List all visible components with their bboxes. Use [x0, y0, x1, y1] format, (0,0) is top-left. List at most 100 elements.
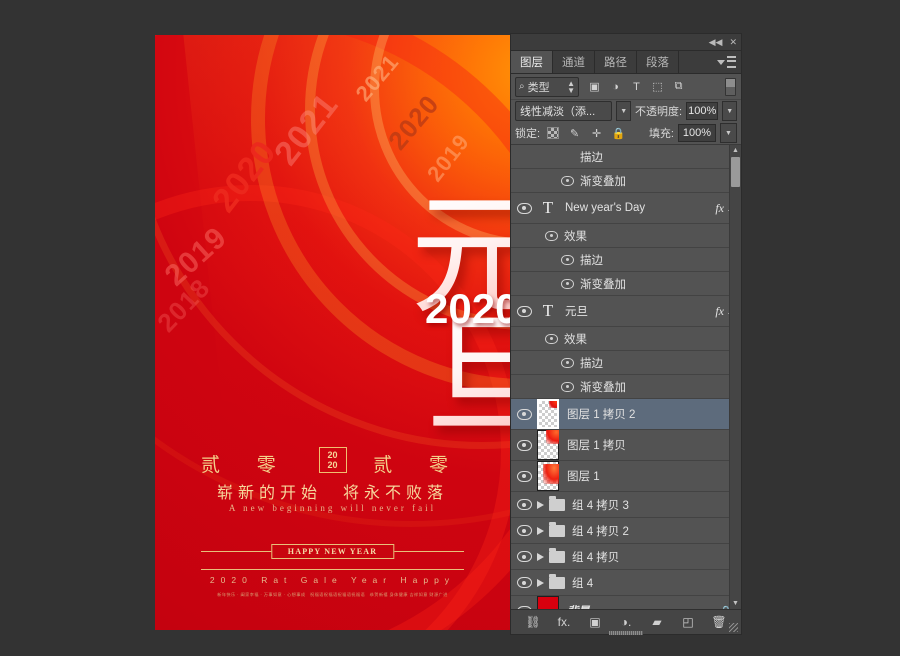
lock-image-icon[interactable]: ✎ [568, 127, 581, 140]
filter-kind-select[interactable]: ⌕ 类型 ▲ ▼ [515, 76, 579, 97]
layer-visibility-toggle[interactable] [511, 577, 537, 588]
effect-visibility-icon[interactable] [545, 333, 558, 344]
layer-list-scrollbar[interactable]: ▲ ▼ [729, 145, 741, 609]
effect-row-gradient-overlay[interactable]: 渐变叠加 [511, 375, 741, 399]
layer-visibility-toggle[interactable] [511, 470, 537, 482]
table-row[interactable]: T New year's Day fx ▲ [511, 193, 741, 224]
tab-layers[interactable]: 图层 [511, 51, 553, 73]
layer-mask-button[interactable]: ▣ [588, 615, 603, 630]
layer-effects-badge[interactable]: fx [715, 201, 724, 216]
lock-transparency-icon[interactable] [546, 127, 559, 140]
filter-toggle-switch[interactable] [725, 77, 736, 96]
table-row[interactable]: T 元旦 fx ▲ [511, 296, 741, 327]
scrollbar-thumb[interactable] [731, 157, 740, 187]
tab-layers-label: 图层 [520, 57, 543, 69]
layer-filter-row: ⌕ 类型 ▲ ▼ ▣ ◑ T ⬚ ⧉ [511, 74, 741, 100]
layer-list[interactable]: 描边 渐变叠加 T New year's Day fx ▲ 效果 描边 渐变叠加 [511, 144, 741, 609]
effect-label: 效果 [564, 333, 587, 346]
effect-visibility-icon[interactable] [561, 254, 574, 265]
lock-icon-group: ✎ ✛ 🔒 [546, 127, 625, 140]
effect-row-gradient-overlay-partial[interactable]: 渐变叠加 [511, 169, 741, 193]
table-row[interactable]: 组 4 [511, 570, 741, 596]
seal-top-text: 20 [327, 450, 338, 460]
opacity-value[interactable]: 100% [686, 102, 719, 120]
document-canvas[interactable]: 2019 2018 2020 2021 2021 2020 2019 NEW Y… [155, 35, 510, 630]
panel-menu-button[interactable] [717, 56, 736, 68]
layer-visibility-toggle[interactable] [511, 499, 537, 510]
lock-row: 锁定: ✎ ✛ 🔒 填充: 100% ▼ [511, 122, 741, 144]
effect-visibility-icon[interactable] [561, 175, 574, 186]
poster-slogan-english: A new beginning will never fail [228, 503, 437, 513]
chevron-right-icon[interactable] [537, 500, 544, 509]
layer-name: 图层 1 [567, 471, 600, 483]
lock-label: 锁定: [515, 128, 541, 140]
blend-mode-select[interactable]: 线性减淡（添... [515, 101, 613, 121]
effect-row-stroke-partial[interactable]: 描边 [511, 145, 741, 169]
table-row[interactable]: 组 4 拷贝 2 [511, 518, 741, 544]
tab-paths-label: 路径 [604, 57, 627, 69]
chevron-right-icon[interactable] [537, 526, 544, 535]
layer-visibility-toggle[interactable] [511, 551, 537, 562]
table-row-selected[interactable]: 图层 1 拷贝 2 [511, 399, 741, 430]
layer-thumbnail[interactable] [537, 430, 559, 460]
layer-visibility-toggle[interactable] [511, 439, 537, 451]
poster-sub-numbers-right: 贰 零 [373, 455, 465, 476]
layer-visibility-toggle[interactable] [511, 202, 537, 214]
close-icon[interactable]: ✕ [729, 37, 737, 47]
table-row[interactable]: 组 4 拷贝 3 [511, 492, 741, 518]
lock-all-icon[interactable]: 🔒 [612, 127, 626, 140]
link-layers-button[interactable]: ⛓ [525, 615, 540, 630]
effect-visibility-icon[interactable] [561, 278, 574, 289]
filter-smart-object-icon[interactable]: ⧉ [672, 80, 685, 93]
layer-thumbnail[interactable] [537, 596, 559, 609]
filter-type-icon[interactable]: T [630, 80, 643, 93]
table-row[interactable]: 图层 1 拷贝 [511, 430, 741, 461]
scroll-up-icon[interactable]: ▲ [730, 145, 741, 156]
chevron-right-icon[interactable] [537, 552, 544, 561]
panel-horizontal-scrollbar[interactable] [511, 631, 741, 635]
table-row[interactable]: 图层 1 [511, 461, 741, 492]
table-row[interactable]: 组 4 拷贝 [511, 544, 741, 570]
filter-pixel-icon[interactable]: ▣ [588, 80, 601, 93]
scroll-down-icon[interactable]: ▼ [730, 598, 741, 609]
effect-visibility-icon[interactable] [561, 381, 574, 392]
layer-visibility-toggle[interactable] [511, 525, 537, 536]
delete-layer-button[interactable]: 🗑 [711, 615, 726, 630]
opacity-dropdown-arrow[interactable]: ▼ [722, 101, 737, 121]
effect-row-stroke[interactable]: 描边 [511, 248, 741, 272]
effect-visibility-icon[interactable] [561, 357, 574, 368]
new-group-button[interactable]: ▰ [650, 615, 665, 630]
filter-adjustment-icon[interactable]: ◑ [609, 80, 622, 93]
layer-effects-badge[interactable]: fx [715, 304, 724, 319]
effect-row-gradient-overlay[interactable]: 渐变叠加 [511, 272, 741, 296]
seal-bottom-text: 20 [327, 460, 338, 470]
effect-row-stroke[interactable]: 描边 [511, 351, 741, 375]
tab-paragraph[interactable]: 段落 [637, 51, 679, 73]
poster-footer-english: 2020 Rat Gale Year Happy [209, 575, 456, 585]
tab-paths[interactable]: 路径 [595, 51, 637, 73]
fill-dropdown-arrow[interactable]: ▼ [720, 123, 737, 143]
collapse-arrows-icon[interactable]: ◀◀ [709, 37, 723, 47]
layer-thumbnail[interactable] [537, 399, 559, 429]
blend-mode-dropdown-arrow[interactable]: ▼ [616, 101, 632, 121]
layer-style-fx-button[interactable]: fx. [557, 615, 572, 630]
effect-label: 描边 [580, 254, 603, 267]
chevron-right-icon[interactable] [537, 578, 544, 587]
new-layer-button[interactable]: ◰ [681, 615, 696, 630]
blend-mode-row: 线性减淡（添... ▼ 不透明度: 100% ▼ [511, 100, 741, 122]
layer-visibility-toggle[interactable] [511, 305, 537, 317]
effect-label: 描边 [580, 357, 603, 370]
tab-channels[interactable]: 通道 [553, 51, 595, 73]
effect-visibility-icon[interactable] [545, 230, 558, 241]
lock-position-icon[interactable]: ✛ [590, 127, 603, 140]
layers-panel: ◀◀ ✕ 图层 通道 路径 段落 ⌕ 类型 ▲ ▼ ▣ ◑ T ⬚ ⧉ 线性减淡（… [510, 33, 742, 635]
layer-thumbnail[interactable] [537, 461, 559, 491]
layer-visibility-toggle[interactable] [511, 408, 537, 420]
effect-label: 描边 [580, 151, 603, 164]
table-row-background[interactable]: 背景 🔒 [511, 596, 741, 609]
filter-shape-icon[interactable]: ⬚ [651, 80, 664, 93]
adjustment-layer-button[interactable]: ◑. [619, 615, 634, 630]
effect-row-effects[interactable]: 效果 [511, 224, 741, 248]
effect-row-effects[interactable]: 效果 [511, 327, 741, 351]
fill-value[interactable]: 100% [678, 124, 716, 142]
